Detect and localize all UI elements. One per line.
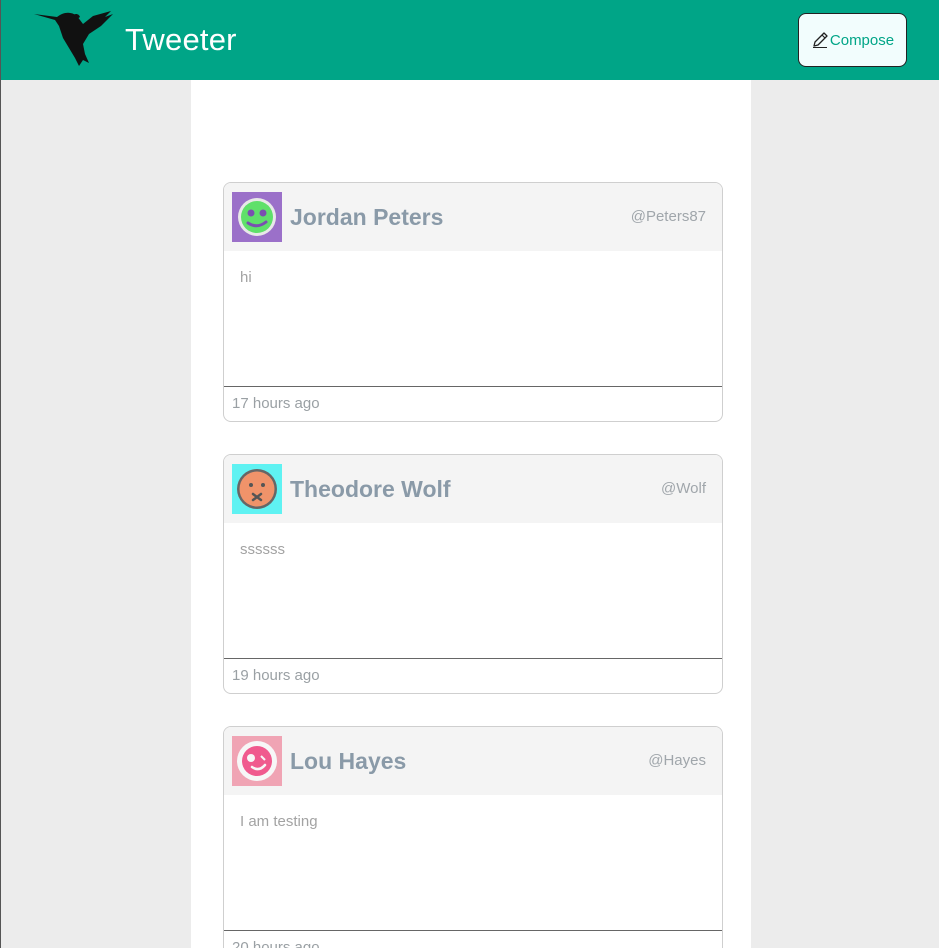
- tweet-footer: 17 hours ago: [224, 386, 722, 421]
- tweet-card: Jordan Peters @Peters87 hi 17 hours ago: [223, 182, 723, 422]
- tweet-timestamp: 20 hours ago: [232, 939, 320, 948]
- tweet-author-handle[interactable]: @Peters87: [631, 208, 706, 226]
- monster-avatar-icon: [232, 464, 282, 514]
- page: Tweeter Compose Jordan Peters @Peters87 …: [0, 0, 939, 948]
- pencil-icon: [812, 32, 828, 48]
- monster-avatar-icon: [232, 736, 282, 786]
- tweet-author-name[interactable]: Jordan Peters: [290, 203, 443, 231]
- tweet-author-name[interactable]: Lou Hayes: [290, 747, 406, 775]
- tweet-card: Lou Hayes @Hayes I am testing 20 hours a…: [223, 726, 723, 948]
- tweet-header: Lou Hayes @Hayes: [224, 727, 722, 795]
- tweet-footer: 20 hours ago: [224, 930, 722, 948]
- tweet-text: hi: [240, 269, 252, 286]
- hummingbird-logo-icon: [34, 11, 113, 66]
- compose-button[interactable]: Compose: [798, 13, 907, 67]
- tweet-text: I am testing: [240, 813, 318, 830]
- tweet-author-handle[interactable]: @Hayes: [648, 752, 706, 770]
- tweet-header: Jordan Peters @Peters87: [224, 183, 722, 251]
- tweet-feed: Jordan Peters @Peters87 hi 17 hours ago …: [191, 80, 751, 948]
- top-navbar: Tweeter Compose: [1, 0, 939, 80]
- tweet-header: Theodore Wolf @Wolf: [224, 455, 722, 523]
- tweet-footer: 19 hours ago: [224, 658, 722, 693]
- tweet-timestamp: 17 hours ago: [232, 395, 320, 412]
- tweet-author-name[interactable]: Theodore Wolf: [290, 475, 451, 503]
- tweet-author-handle[interactable]: @Wolf: [661, 480, 706, 498]
- compose-label: Compose: [829, 31, 895, 49]
- tweet-text: ssssss: [240, 541, 285, 558]
- brand-title[interactable]: Tweeter: [125, 20, 237, 60]
- tweet-timestamp: 19 hours ago: [232, 667, 320, 684]
- tweet-card: Theodore Wolf @Wolf ssssss 19 hours ago: [223, 454, 723, 694]
- monster-avatar-icon: [232, 192, 282, 242]
